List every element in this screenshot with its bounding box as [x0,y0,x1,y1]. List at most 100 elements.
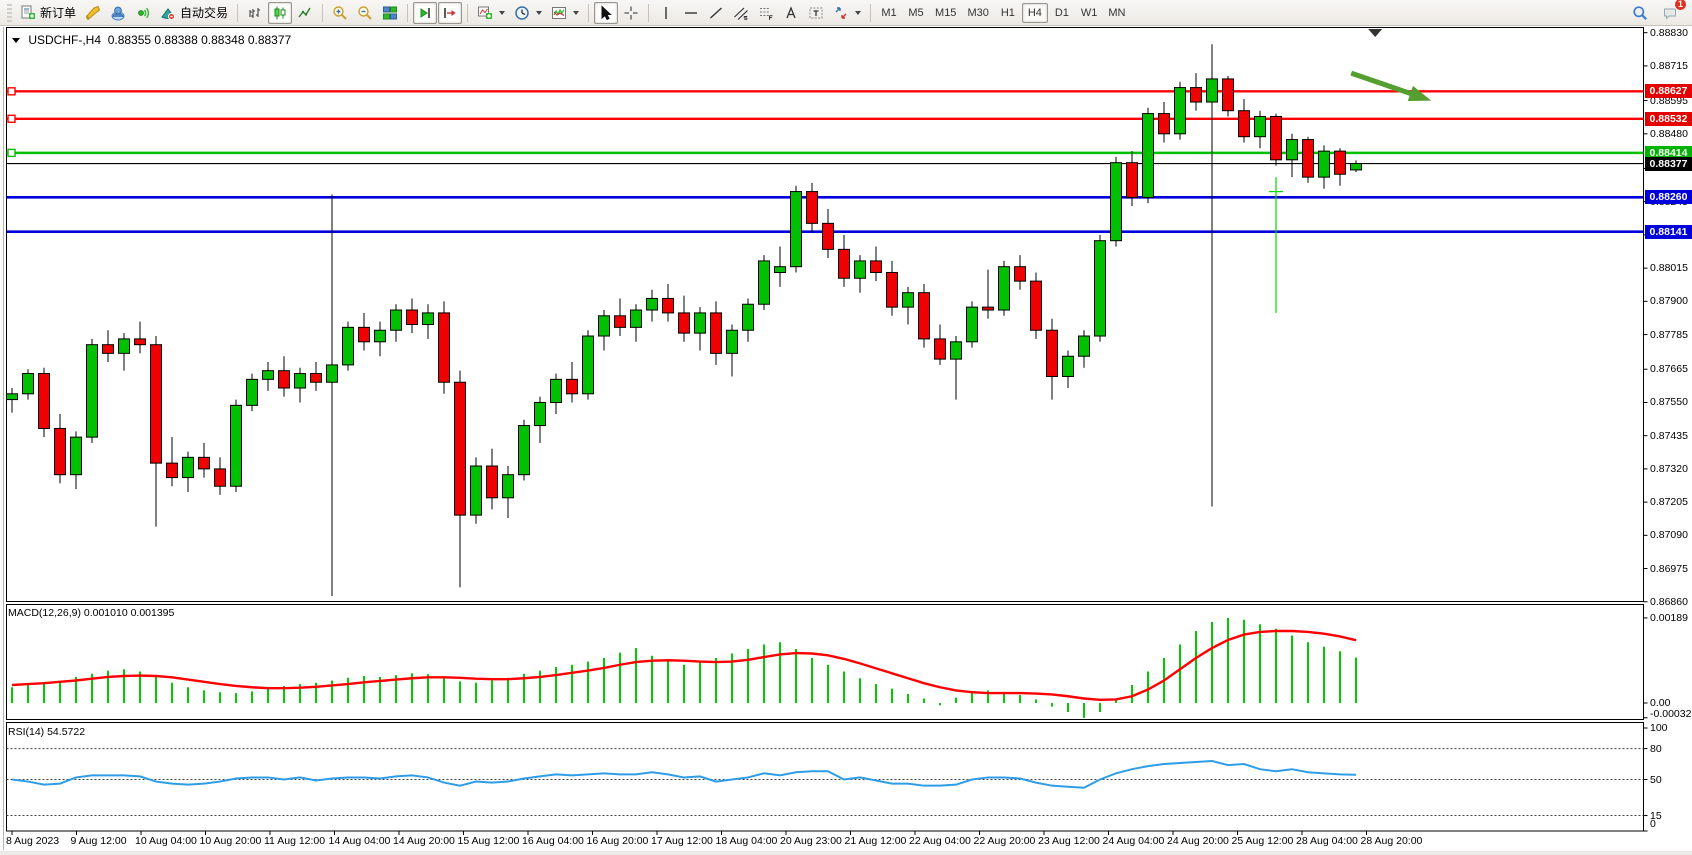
notifications-button[interactable]: 1 [1658,2,1682,24]
horizontal-line-button[interactable] [679,2,703,24]
templates-icon [551,5,567,21]
main-pane [7,28,1644,602]
terminal-icon [110,5,126,21]
cursor-button[interactable] [594,2,618,24]
timeframe-H4[interactable]: H4 [1022,3,1048,23]
price-tick-label: 0.87665 [1650,363,1688,375]
symbol-dropdown-icon[interactable] [12,38,20,43]
hline-anchor[interactable] [8,115,15,122]
signals-button[interactable] [131,2,155,24]
candle-body-bear [455,382,466,515]
candle-body-bear [39,374,50,429]
time-label: 16 Aug 20:00 [587,835,649,847]
timeframe-M1[interactable]: M1 [876,3,902,23]
price-badge-0.88141: 0.88141 [1645,225,1692,239]
auto-scroll-button[interactable] [438,2,462,24]
equidistant-channel-button[interactable] [729,2,753,24]
candle-body-bull [999,267,1010,310]
candle-body-bull [903,293,914,307]
candle-body-bull [1287,140,1298,160]
templates-button[interactable] [547,2,583,24]
periods-clock-icon [514,5,530,21]
rsi-tick-label: 80 [1650,743,1662,755]
toolbar: 新订单 [0,0,1692,26]
arrows-button[interactable] [829,2,865,24]
price-tick-label: 0.88715 [1650,60,1688,72]
candle-body-bear [103,345,114,354]
candle-body-bear [1191,88,1202,102]
chart-shift-button[interactable] [413,2,437,24]
candle-body-bear [935,339,946,359]
candle-body-bear [887,272,898,307]
candle-body-bear [279,371,290,388]
candle-body-bull [855,261,866,278]
candle-body-bear [1303,140,1314,178]
trendline-button[interactable] [704,2,728,24]
candle-body-bear [1047,330,1058,376]
rsi-tick-label: 0 [1650,818,1656,830]
new-order-button[interactable]: 新订单 [16,2,80,24]
time-label: 28 Aug 04:00 [1296,835,1358,847]
chart-canvas[interactable] [0,26,1692,855]
timeframe-M15[interactable]: M15 [930,3,961,23]
price-tick-label: 0.87205 [1650,496,1688,508]
candle-body-bull [1111,163,1122,241]
autotrading-button[interactable]: 自动交易 [156,2,232,24]
time-label: 24 Aug 20:00 [1167,835,1229,847]
candle-body-bear [135,339,146,345]
dropdown-caret-icon [855,11,861,15]
indicators-button[interactable] [473,2,509,24]
rsi-indicator-label: RSI(14) 54.5722 [8,726,85,738]
hline-anchor[interactable] [8,149,15,156]
crosshair-icon [623,5,639,21]
candle-body-bull [119,339,130,353]
time-label: 20 Aug 23:00 [780,835,842,847]
candle-body-bull [87,345,98,437]
price-badge-0.88532: 0.88532 [1645,112,1692,126]
candle-body-bear [871,261,882,273]
candle-body-bull [1255,116,1266,136]
timeframe-MN[interactable]: MN [1103,3,1130,23]
timeframe-M5[interactable]: M5 [903,3,929,23]
vertical-line-button[interactable] [654,2,678,24]
line-chart-button[interactable] [293,2,317,24]
hline-anchor[interactable] [8,88,15,95]
timeframe-W1[interactable]: W1 [1076,3,1103,23]
candle-body-bull [295,374,306,388]
crosshair-button[interactable] [619,2,643,24]
price-tick-label: 0.87090 [1650,529,1688,541]
fibonacci-button[interactable] [754,2,778,24]
metaeditor-button[interactable] [81,2,105,24]
zoom-in-icon [332,5,348,21]
text-label-button[interactable] [804,2,828,24]
candlestick-chart-button[interactable] [268,2,292,24]
toolbar-separator [648,4,649,22]
toolbar-separator [322,4,323,22]
zoom-in-button[interactable] [328,2,352,24]
timeframe-M30[interactable]: M30 [962,3,993,23]
toolbar-grip[interactable] [7,4,12,22]
periods-button[interactable] [510,2,546,24]
horizontal-line-icon [683,5,699,21]
candle-body-bull [1095,241,1106,336]
time-label: 28 Aug 20:00 [1361,835,1423,847]
macd-tick-label: 0.00189 [1650,612,1688,624]
timeframe-D1[interactable]: D1 [1049,3,1075,23]
tile-windows-button[interactable] [378,2,402,24]
candle-body-bull [599,316,610,336]
time-label: 10 Aug 20:00 [200,835,262,847]
candle-body-bull [631,310,642,327]
rsi-tick-label: 100 [1650,722,1668,734]
candle-body-bull [7,394,18,400]
price-tick-label: 0.88480 [1650,128,1688,140]
candle-body-bull [775,267,786,273]
terminal-button[interactable] [106,2,130,24]
candle-body-bear [663,298,674,312]
zoom-out-button[interactable] [353,2,377,24]
window-bottom-strip [0,851,1692,855]
timeframe-H1[interactable]: H1 [995,3,1021,23]
text-button[interactable] [779,2,803,24]
search-button[interactable] [1628,2,1652,24]
bar-chart-button[interactable] [243,2,267,24]
candle-body-bear [1223,79,1234,111]
